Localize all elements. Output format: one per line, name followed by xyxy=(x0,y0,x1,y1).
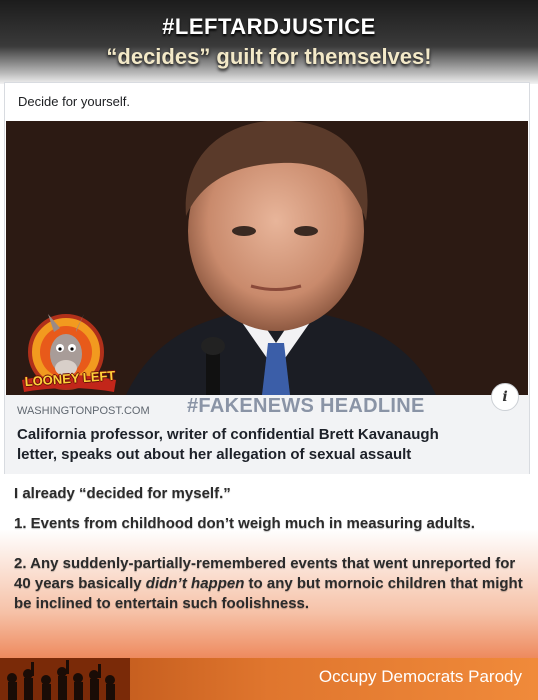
post-caption: Decide for yourself. xyxy=(18,94,130,109)
fakenews-stamp: #FAKENEWS HEADLINE xyxy=(187,395,425,417)
info-icon[interactable]: i xyxy=(491,383,519,411)
banner-title: #LEFTARDJUSTICE xyxy=(162,14,376,39)
banner-subtitle: “decides” guilt for themselves! xyxy=(106,44,432,69)
headline-line-1: California professor, writer of confiden… xyxy=(17,426,439,443)
comment-intro: I already “decided for myself.” xyxy=(14,485,231,502)
comment-point-2: 2. Any suddenly-partially-remembered eve… xyxy=(14,554,524,614)
shared-post-card[interactable]: Decide for yourself. WASHINGTONPOST.COM … xyxy=(4,82,530,476)
top-banner: #LEFTARDJUSTICE “decides” guilt for them… xyxy=(0,0,538,84)
commentary-block: I already “decided for myself.” 1. Event… xyxy=(0,474,538,658)
comment-point-1: 1. Events from childhood don’t weigh muc… xyxy=(14,515,475,532)
article-headline[interactable]: California professor, writer of confiden… xyxy=(17,425,507,465)
donkey-mascot-icon xyxy=(22,314,116,392)
headline-line-2: letter, speaks out about her allegation … xyxy=(17,446,412,463)
footer-label: Occupy Democrats Parody xyxy=(318,667,522,686)
crowd-silhouette-icon xyxy=(0,658,130,700)
comment-point-2-emphasis: didn’t happen xyxy=(145,575,245,592)
footer-bar: Occupy Democrats Parody xyxy=(0,658,538,700)
